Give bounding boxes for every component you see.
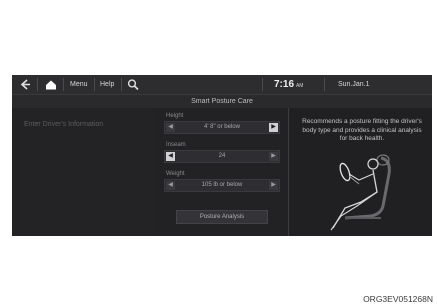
enter-driver-info-link[interactable]: Enter Driver's Information — [24, 120, 134, 129]
help-button[interactable]: Help — [100, 75, 114, 94]
description-panel: Recommends a posture fitting the driver'… — [289, 108, 432, 236]
clock-ampm: AM — [295, 83, 304, 89]
infotainment-screen: Menu Help 7:16 AM Sun.Jan.1 Smart Postur… — [12, 75, 432, 236]
menu-button[interactable]: Menu — [70, 75, 88, 94]
height-label: Height — [166, 113, 184, 119]
top-bar: Menu Help 7:16 AM Sun.Jan.1 — [12, 75, 432, 95]
back-arrow-icon[interactable] — [16, 77, 34, 92]
inseam-selector: ◀ 24 ▶ — [164, 150, 280, 163]
inseam-label: Inseam — [166, 142, 186, 148]
page-title: Smart Posture Care — [12, 95, 432, 108]
driver-info-panel: Enter Driver's Information — [12, 108, 154, 236]
weight-selector: ◀ 105 lb or below ▶ — [164, 179, 280, 192]
separator — [121, 78, 122, 91]
posture-description: Recommends a posture fitting the driver'… — [302, 118, 422, 142]
separator — [94, 78, 95, 91]
weight-value: 105 lb or below — [201, 182, 243, 188]
height-increase-button[interactable]: ▶ — [269, 123, 278, 132]
inseam-increase-button[interactable]: ▶ — [269, 152, 278, 161]
body-info-form: Height ◀ 4' 8" or below ▶ Inseam ◀ 24 ▶ … — [154, 108, 288, 236]
separator — [262, 78, 263, 91]
clock-time: 7:16 — [274, 79, 295, 90]
inseam-value: 24 — [218, 153, 226, 159]
seated-driver-illustration — [311, 150, 417, 234]
height-selector: ◀ 4' 8" or below ▶ — [164, 121, 280, 134]
clock: 7:16 AM — [274, 75, 303, 94]
separator — [37, 78, 38, 91]
date-display: Sun.Jan.1 — [338, 81, 370, 88]
posture-analysis-button[interactable]: Posture Analysis — [176, 210, 268, 224]
weight-label: Weight — [166, 171, 185, 177]
search-icon[interactable] — [126, 78, 140, 91]
chevron-right-icon: ▶ — [271, 182, 276, 188]
weight-increase-button[interactable]: ▶ — [269, 181, 278, 190]
chevron-right-icon: ▶ — [271, 153, 276, 159]
separator — [63, 78, 64, 91]
image-code: ORG3EV051268N — [363, 294, 433, 304]
separator — [324, 78, 325, 91]
chevron-right-icon: ▶ — [271, 124, 276, 130]
height-value: 4' 8" or below — [204, 124, 240, 130]
home-icon[interactable] — [44, 78, 58, 91]
